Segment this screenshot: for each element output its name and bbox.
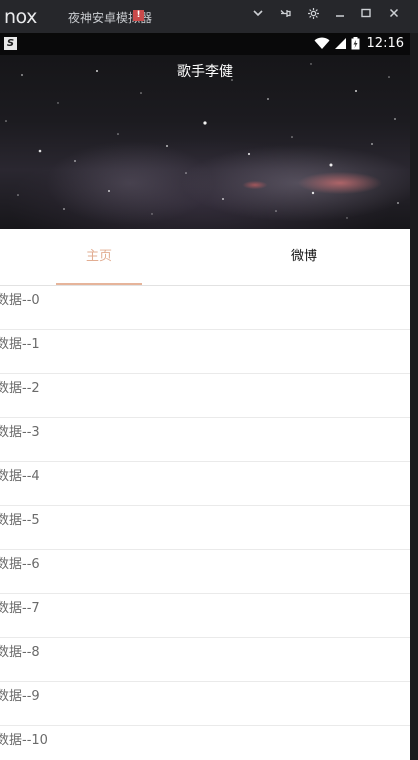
data-list: 数据--0 数据--1 数据--2 数据--3 数据--4 数据--5 数据--… [0,286,410,760]
maximize-icon[interactable] [357,7,375,25]
tab-bar: 主页 微博 [0,229,410,286]
list-item-label: 数据--0 [0,293,40,308]
alert-badge[interactable]: ! [133,10,144,21]
close-icon[interactable] [385,7,403,25]
window-edge [410,33,418,760]
tab-home[interactable]: 主页 [0,229,198,285]
pin-icon[interactable] [276,7,294,25]
signal-icon [334,38,346,49]
battery-icon [351,37,360,50]
list-item[interactable]: 数据--4 [0,462,410,506]
list-item-label: 数据--1 [0,337,40,352]
list-item-label: 数据--2 [0,381,40,396]
list-item[interactable]: 数据--0 [0,286,410,330]
list-item-label: 数据--3 [0,425,40,440]
list-item[interactable]: 数据--10 [0,726,410,760]
list-item[interactable]: 数据--9 [0,682,410,726]
android-screen: 歌手李健 S 12:16 主页 微博 数据--0 数据--1 数据--2 数据-… [0,33,410,760]
list-item-label: 数据--10 [0,733,48,748]
list-item-label: 数据--4 [0,469,40,484]
list-item-label: 数据--9 [0,689,40,704]
page-title: 歌手李健 [177,64,233,80]
list-item-label: 数据--7 [0,601,40,616]
header-banner: 歌手李健 [0,33,410,229]
list-item-label: 数据--8 [0,645,40,660]
list-item[interactable]: 数据--1 [0,330,410,374]
list-item[interactable]: 数据--3 [0,418,410,462]
list-item[interactable]: 数据--8 [0,638,410,682]
app-notification-icon: S [4,37,17,50]
list-item-label: 数据--5 [0,513,40,528]
list-item[interactable]: 数据--2 [0,374,410,418]
nox-logo: nox [4,6,37,28]
list-item[interactable]: 数据--5 [0,506,410,550]
list-item-label: 数据--6 [0,557,40,572]
list-item[interactable]: 数据--6 [0,550,410,594]
wifi-icon [314,37,330,49]
minimize-icon[interactable] [331,7,349,25]
emulator-title-bar: nox 夜神安卓模拟器 ! [0,0,418,33]
chevron-down-icon[interactable] [249,7,267,25]
status-bar: S 12:16 [0,33,410,55]
status-time: 12:16 [366,36,404,51]
status-icons: 12:16 [314,36,404,51]
tab-indicator [56,283,142,285]
gear-icon[interactable] [304,7,322,25]
tab-weibo[interactable]: 微博 [198,229,410,285]
list-item[interactable]: 数据--7 [0,594,410,638]
